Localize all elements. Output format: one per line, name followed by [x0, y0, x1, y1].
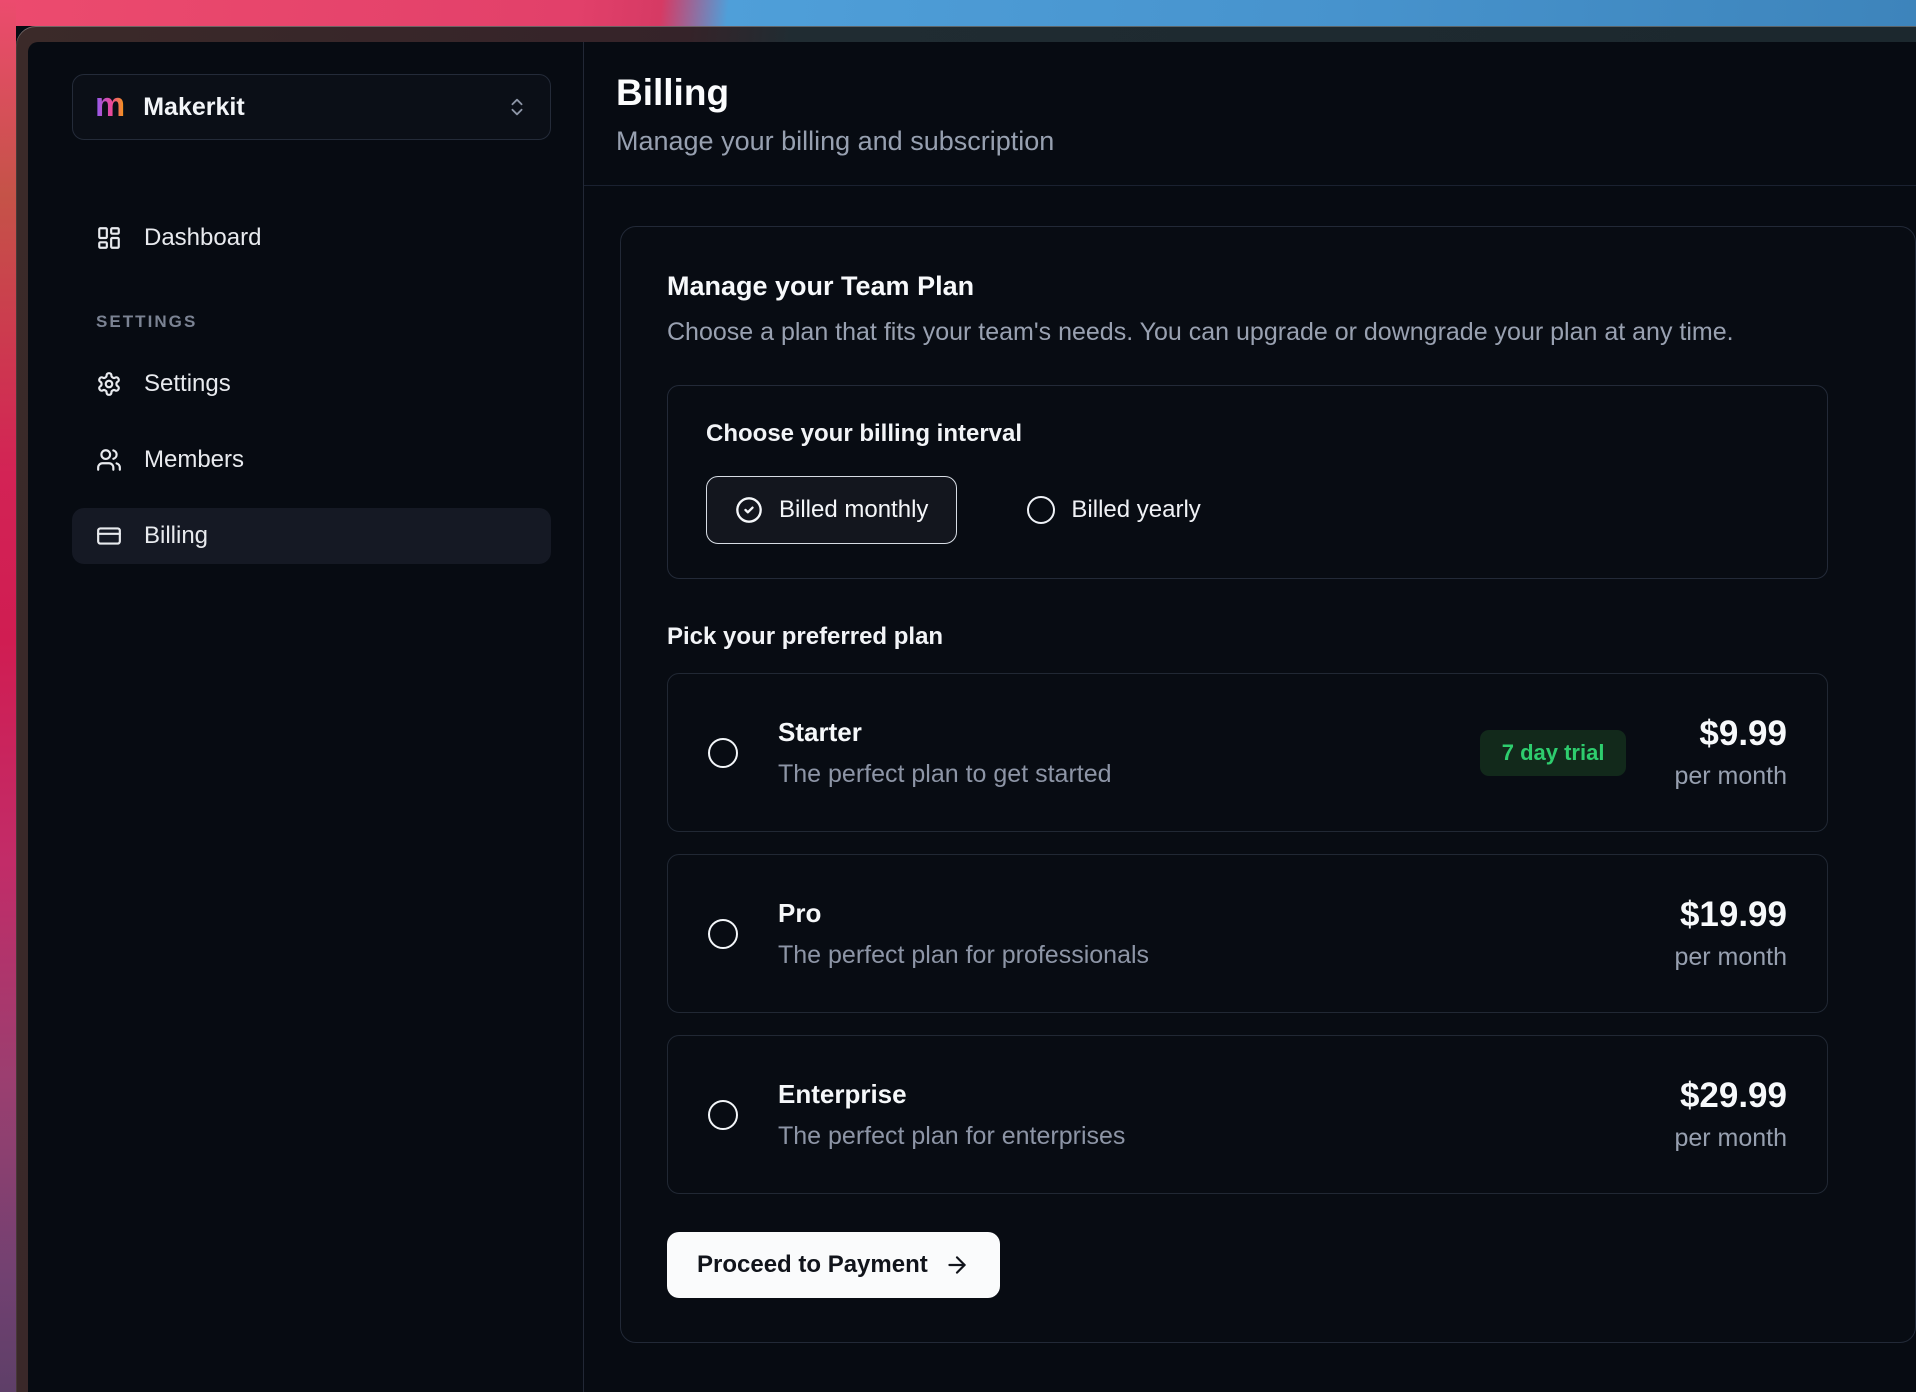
radio-circle-icon [1027, 496, 1055, 524]
sidebar-item-label: Billing [144, 522, 208, 550]
interval-option-label: Billed yearly [1071, 496, 1200, 524]
price-column: $29.99 per month [1674, 1076, 1787, 1153]
sidebar-nav: Dashboard [72, 210, 551, 266]
arrow-right-icon [944, 1252, 970, 1278]
plan-description: The perfect plan for enterprises [778, 1122, 1125, 1151]
sidebar-section-label: SETTINGS [96, 312, 551, 332]
sidebar-settings-nav: Settings Members Billing [72, 356, 551, 564]
plan-row-enterprise[interactable]: Enterprise The perfect plan for enterpri… [667, 1035, 1828, 1194]
page-subtitle: Manage your billing and subscription [616, 126, 1916, 157]
page-title: Billing [616, 72, 1916, 114]
workspace-selector[interactable]: m Makerkit [72, 74, 551, 140]
app-window-frame: m Makerkit Dashboard SETTINGS [16, 26, 1916, 1392]
radio-circle-icon[interactable] [708, 738, 738, 768]
sidebar-item-label: Dashboard [144, 224, 261, 252]
plan-row-starter[interactable]: Starter The perfect plan to get started … [667, 673, 1828, 832]
plan-info: Enterprise The perfect plan for enterpri… [778, 1079, 1125, 1151]
billing-interval-label: Choose your billing interval [706, 420, 1789, 448]
plan-description: The perfect plan to get started [778, 760, 1112, 789]
page-header: Billing Manage your billing and subscrip… [584, 42, 1916, 186]
plan-row-pro[interactable]: Pro The perfect plan for professionals $… [667, 854, 1828, 1013]
main-content: Billing Manage your billing and subscrip… [584, 42, 1916, 1392]
plan-form: Choose your billing interval Billed mont… [667, 385, 1828, 1298]
plan-period: per month [1674, 762, 1787, 791]
sidebar-item-label: Members [144, 446, 244, 474]
plan-info: Starter The perfect plan to get started [778, 717, 1112, 789]
plan-name: Enterprise [778, 1079, 1125, 1110]
price-column: $9.99 per month [1674, 714, 1787, 791]
price-column: $19.99 per month [1674, 895, 1787, 972]
plan-price: $29.99 [1674, 1076, 1787, 1116]
dashboard-icon [96, 225, 122, 251]
plan-price: $9.99 [1674, 714, 1787, 754]
interval-option-monthly[interactable]: Billed monthly [706, 476, 957, 544]
check-circle-icon [735, 496, 763, 524]
users-icon [96, 447, 122, 473]
plans-label: Pick your preferred plan [667, 623, 1828, 651]
chevrons-up-down-icon [506, 96, 528, 118]
team-plan-card: Manage your Team Plan Choose a plan that… [620, 226, 1916, 1343]
radio-circle-icon[interactable] [708, 919, 738, 949]
card-title: Manage your Team Plan [667, 271, 1891, 302]
sidebar-item-billing[interactable]: Billing [72, 508, 551, 564]
plan-info: Pro The perfect plan for professionals [778, 898, 1149, 970]
makerkit-logo: m [95, 88, 125, 122]
plan-name: Starter [778, 717, 1112, 748]
plan-price: $19.99 [1674, 895, 1787, 935]
gear-icon [96, 371, 122, 397]
proceed-to-payment-button[interactable]: Proceed to Payment [667, 1232, 1000, 1298]
sidebar-item-label: Settings [144, 370, 231, 398]
workspace-name: Makerkit [143, 93, 244, 122]
sidebar: m Makerkit Dashboard SETTINGS [28, 42, 584, 1392]
app-window: m Makerkit Dashboard SETTINGS [28, 42, 1916, 1392]
proceed-button-label: Proceed to Payment [697, 1251, 928, 1279]
credit-card-icon [96, 523, 122, 549]
billing-interval-box: Choose your billing interval Billed mont… [667, 385, 1828, 579]
plan-description: The perfect plan for professionals [778, 941, 1149, 970]
trial-badge: 7 day trial [1480, 730, 1627, 776]
plan-pricing: 7 day trial $9.99 per month [1480, 714, 1787, 791]
sidebar-item-members[interactable]: Members [72, 432, 551, 488]
desktop-wallpaper-top [0, 0, 1916, 26]
card-description: Choose a plan that fits your team's need… [667, 318, 1891, 347]
radio-circle-icon[interactable] [708, 1100, 738, 1130]
sidebar-item-dashboard[interactable]: Dashboard [72, 210, 551, 266]
interval-option-yearly[interactable]: Billed yearly [1027, 496, 1200, 524]
interval-option-label: Billed monthly [779, 496, 928, 524]
plan-period: per month [1674, 1124, 1787, 1153]
plan-pricing: $29.99 per month [1674, 1076, 1787, 1153]
plan-pricing: $19.99 per month [1674, 895, 1787, 972]
sidebar-item-settings[interactable]: Settings [72, 356, 551, 412]
billing-interval-options: Billed monthly Billed yearly [706, 476, 1789, 544]
desktop-wallpaper-left [0, 0, 16, 1392]
plan-period: per month [1674, 943, 1787, 972]
plan-name: Pro [778, 898, 1149, 929]
